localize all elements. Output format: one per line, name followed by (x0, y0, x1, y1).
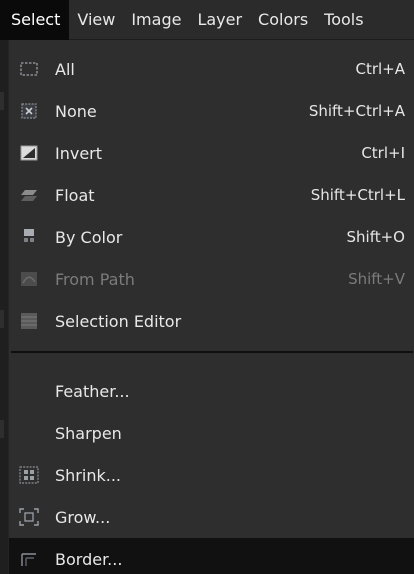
menu-item-all[interactable]: All Ctrl+A (9, 48, 414, 90)
menu-item-shortcut: Ctrl+A (355, 60, 405, 78)
menu-item-shrink[interactable]: Shrink... (9, 454, 414, 496)
select-menu: All Ctrl+A None Shift+Ctrl+A Invert Ctrl… (8, 40, 414, 574)
menu-item-border[interactable]: Border... (9, 538, 414, 574)
menu-item-feather[interactable]: Feather... (9, 370, 414, 412)
menu-item-none[interactable]: None Shift+Ctrl+A (9, 90, 414, 132)
menu-item-sharpen[interactable]: Sharpen (9, 412, 414, 454)
menubar-select[interactable]: Select (0, 0, 70, 40)
menubar-view[interactable]: View (69, 0, 123, 40)
desktop-edge-marker (0, 92, 4, 110)
menu-separator (11, 351, 413, 353)
menu-item-shortcut: Ctrl+I (361, 144, 405, 162)
menu-item-label: Invert (55, 143, 103, 163)
menu-item-label: By Color (55, 227, 123, 247)
menu-item-shortcut: Shift+O (346, 228, 405, 246)
menu-item-selection-editor[interactable]: Selection Editor (9, 300, 414, 342)
float-selection-icon (19, 186, 39, 204)
menu-item-label: None (55, 101, 97, 121)
menu-item-shortcut: Shift+V (348, 270, 405, 288)
menu-item-label: Grow... (55, 507, 111, 527)
border-selection-icon (19, 550, 39, 568)
menu-item-label: Shrink... (55, 465, 121, 485)
menubar-layer[interactable]: Layer (189, 0, 250, 40)
menu-item-grow[interactable]: Grow... (9, 496, 414, 538)
desktop-edge (0, 0, 8, 574)
invert-selection-icon (19, 144, 39, 162)
select-all-icon (19, 60, 39, 78)
menu-item-invert[interactable]: Invert Ctrl+I (9, 132, 414, 174)
menu-item-label: Selection Editor (55, 311, 182, 331)
menu-item-label: Border... (55, 549, 123, 569)
screen: Select View Image Layer Colors Tools All… (0, 0, 414, 574)
menubar-image[interactable]: Image (123, 0, 189, 40)
menubar: Select View Image Layer Colors Tools (0, 0, 414, 40)
grow-selection-icon (19, 508, 39, 526)
selection-editor-icon (19, 312, 39, 330)
menu-item-label: Sharpen (55, 423, 122, 443)
desktop-edge-marker (0, 310, 4, 328)
desktop-edge-marker (0, 420, 4, 438)
menu-item-shortcut: Shift+Ctrl+L (310, 186, 405, 204)
menubar-tools[interactable]: Tools (316, 0, 371, 40)
menu-item-label: Feather... (55, 381, 130, 401)
menu-item-by-color[interactable]: By Color Shift+O (9, 216, 414, 258)
menu-item-from-path: From Path Shift+V (9, 258, 414, 300)
menu-item-label: From Path (55, 269, 135, 289)
shrink-selection-icon (19, 466, 39, 484)
menu-item-shortcut: Shift+Ctrl+A (308, 102, 405, 120)
menu-item-label: Float (55, 185, 95, 205)
selection-from-path-icon (19, 270, 39, 288)
menubar-colors[interactable]: Colors (250, 0, 316, 40)
select-by-color-icon (19, 228, 39, 246)
menu-item-label: All (55, 59, 75, 79)
select-none-icon (19, 102, 39, 120)
menu-item-float[interactable]: Float Shift+Ctrl+L (9, 174, 414, 216)
